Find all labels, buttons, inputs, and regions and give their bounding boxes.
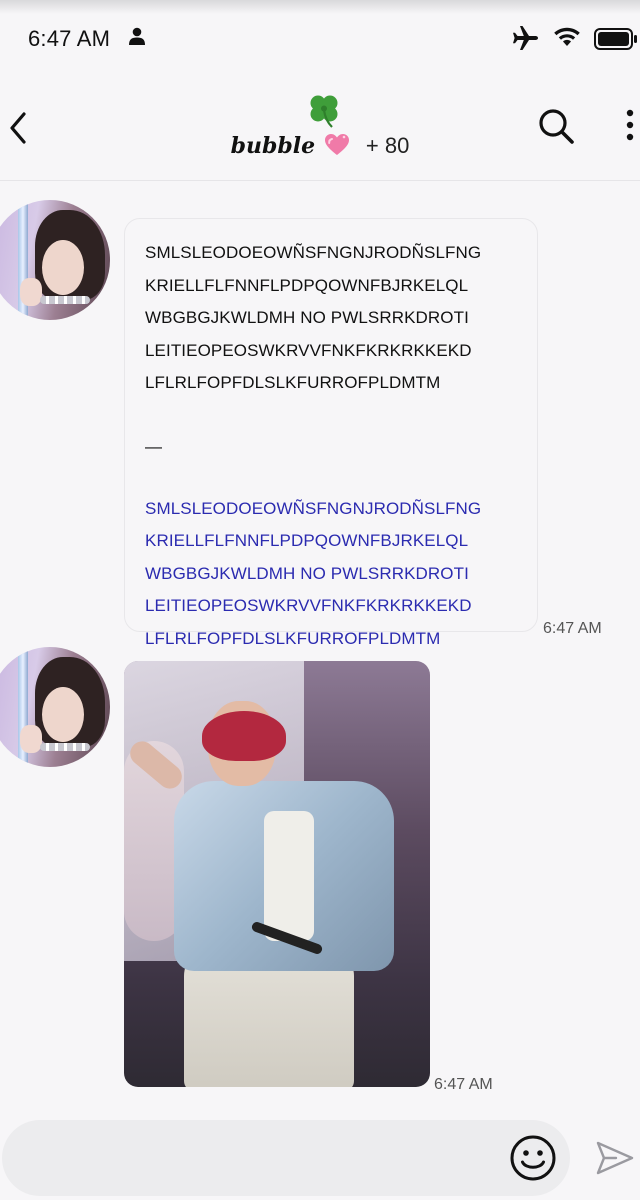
- message-line: SMLSLEODOEOWÑSFNGNJRODÑSLFNG: [145, 243, 482, 262]
- avatar-detail: [40, 743, 90, 751]
- message-timestamp: 6:47 AM: [543, 620, 602, 637]
- message-input[interactable]: [22, 1136, 496, 1182]
- top-shade: [0, 0, 640, 14]
- message-bubble[interactable]: SMLSLEODOEOWÑSFNGNJRODÑSLFNG KRIELLFLFNN…: [124, 218, 538, 648]
- translated-line: LFLRLFOPFDLSLKFURROFPLDMTM: [145, 628, 441, 648]
- avatar-detail: [40, 296, 90, 304]
- photo-detail: [264, 811, 314, 941]
- heart-icon: [324, 134, 349, 155]
- avatar-detail: [42, 240, 84, 295]
- message-line: WBGBGJKWLDMH NO PWLSRRKDROTI: [145, 308, 469, 327]
- photo-detail: [202, 711, 286, 761]
- clover-icon: [310, 95, 338, 128]
- battery-icon: [594, 28, 637, 50]
- translated-line: KRIELLFLFNNFLPDPQOWNFBJRKELQL: [145, 531, 469, 550]
- send-icon[interactable]: [596, 1139, 634, 1177]
- message-text: SMLSLEODOEOWÑSFNGNJRODÑSLFNG KRIELLFLFNN…: [145, 237, 525, 655]
- translated-line: SMLSLEODOEOWÑSFNGNJRODÑSLFNG: [145, 498, 482, 518]
- emoji-icon[interactable]: [508, 1133, 558, 1183]
- translation-separator: —: [145, 436, 162, 456]
- member-count: + 80: [365, 133, 410, 158]
- wifi-icon: [554, 27, 580, 46]
- avatar-detail: [20, 725, 42, 753]
- chat-header: bubble + 80: [0, 84, 640, 180]
- status-bar: 6:47 AM: [0, 18, 640, 58]
- translated-line: WBGBGJKWLDMH NO PWLSRRKDROTI: [145, 563, 469, 583]
- avatar[interactable]: [0, 200, 110, 320]
- message-line: LFLRLFOPFDLSLKFURROFPLDMTM: [145, 373, 441, 392]
- more-icon[interactable]: [624, 108, 636, 144]
- airplane-icon: [513, 26, 538, 50]
- avatar-detail: [20, 278, 42, 306]
- avatar[interactable]: [0, 647, 110, 767]
- message-line: LEITIEOPEOSWKRVVFNKFKRKRKKEKD: [145, 340, 472, 360]
- translated-line: LEITIEOPEOSWKRVVFNKFKRKRKKEKD: [145, 596, 472, 615]
- chat-name: bubble: [230, 133, 316, 159]
- status-time: 6:47 AM: [28, 26, 111, 51]
- search-icon[interactable]: [536, 106, 576, 146]
- message-line: KRIELLFLFNNFLPDPQOWNFBJRKELQL: [145, 275, 469, 295]
- photo-message[interactable]: [124, 661, 430, 1087]
- person-icon: [129, 27, 145, 45]
- message-composer: [2, 1120, 570, 1196]
- message-timestamp: 6:47 AM: [434, 1076, 493, 1093]
- avatar-detail: [42, 687, 84, 742]
- header-divider: [0, 180, 640, 181]
